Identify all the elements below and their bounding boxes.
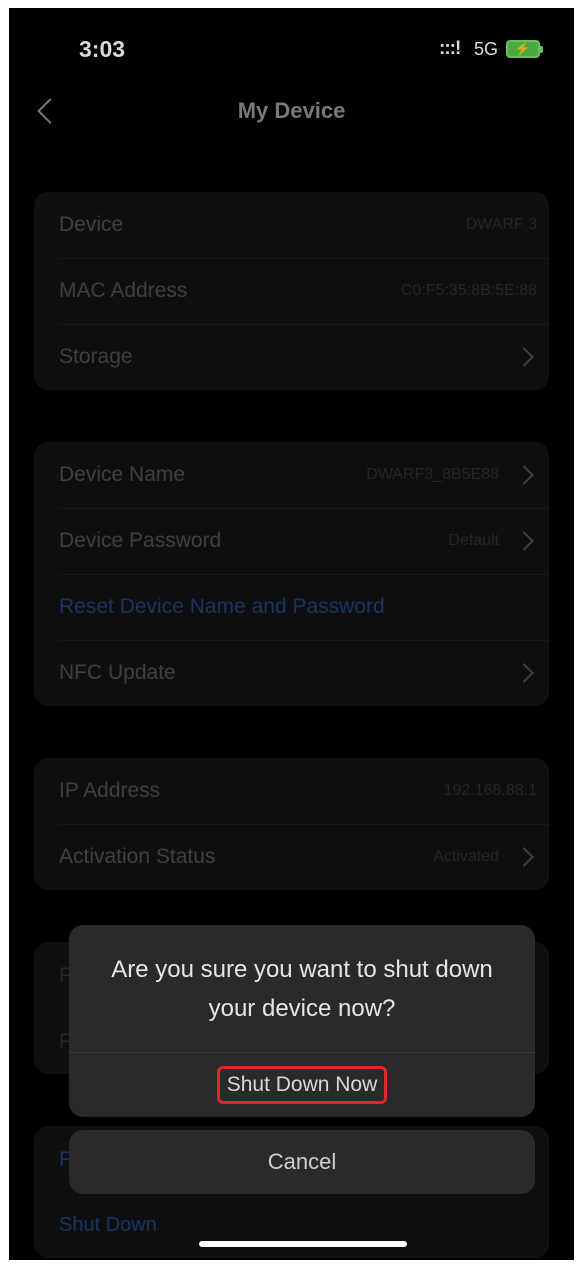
cancel-button[interactable]: Cancel <box>69 1130 535 1194</box>
dialog-message: Are you sure you want to shut down your … <box>69 925 535 1053</box>
home-indicator[interactable] <box>199 1241 407 1247</box>
shut-down-now-button[interactable]: Shut Down Now <box>216 1066 388 1104</box>
phone-screen: 3:03 :::! 5G ⚡ My Device Device DWARF 3 … <box>9 8 574 1260</box>
shutdown-action-sheet: Are you sure you want to shut down your … <box>69 925 535 1117</box>
dialog-action-row: Shut Down Now <box>69 1053 535 1117</box>
